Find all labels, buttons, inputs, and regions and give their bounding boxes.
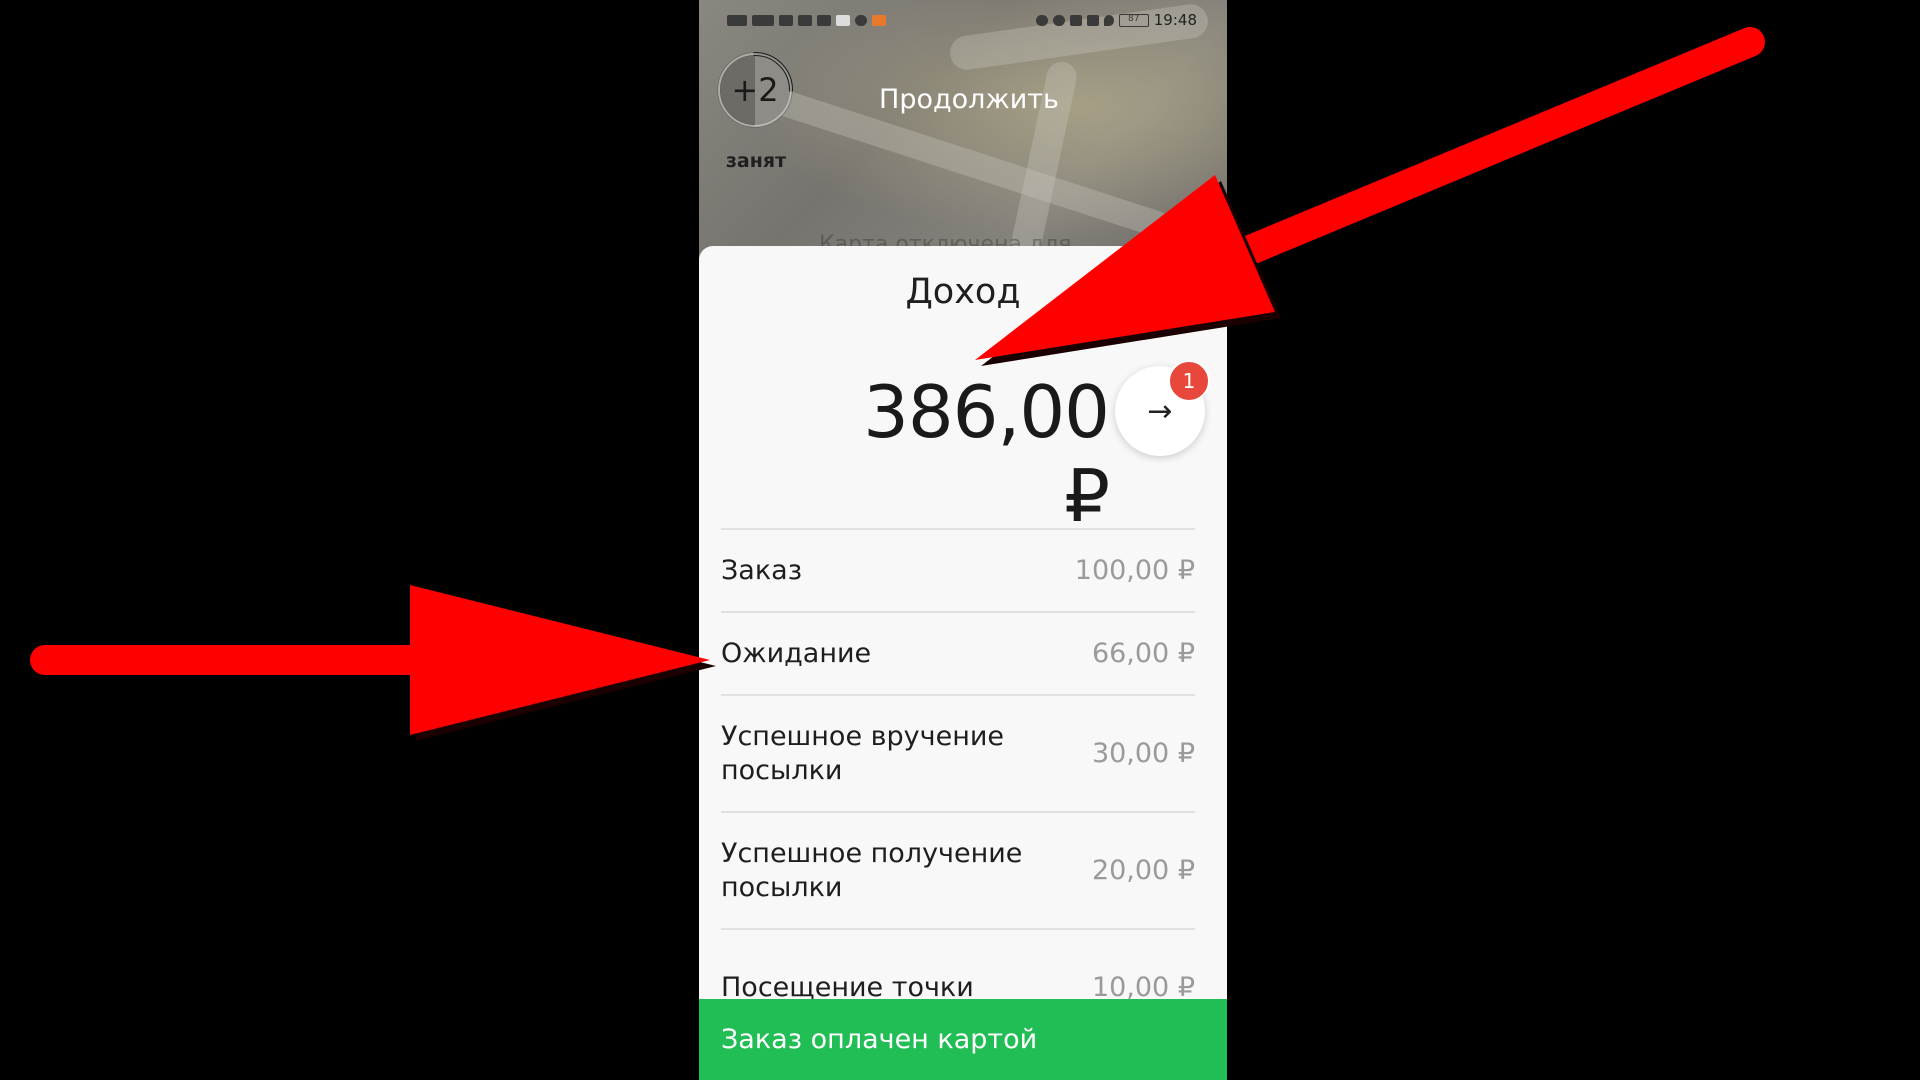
- video-icon: [817, 14, 831, 26]
- row-label: Успешное получение посылки: [721, 837, 1023, 903]
- 4g-icon: [752, 14, 774, 26]
- bluetooth-icon: [1069, 14, 1082, 26]
- busy-label: занят: [725, 150, 787, 172]
- row-label: Заказ: [721, 554, 803, 586]
- arrow-right-icon: →: [1147, 393, 1173, 429]
- notification-badge: 1: [1168, 360, 1210, 402]
- income-row-order[interactable]: Заказ 100,00 ₽: [721, 528, 1195, 611]
- row-value: 20,00 ₽: [1091, 855, 1195, 886]
- vibrate-icon: [1086, 14, 1099, 26]
- network-icon: [727, 14, 747, 26]
- income-row-parcel-delivery[interactable]: Успешное вручение посылки 30,00 ₽: [721, 694, 1195, 811]
- status-bar-right: 87 19:48: [1035, 11, 1197, 29]
- busy-status-widget[interactable]: +2 занят: [711, 50, 801, 180]
- status-bar-left: [727, 14, 886, 26]
- income-sheet: Доход 386,00 ₽ → 1 Заказ 100,00 ₽ Ожидан…: [699, 246, 1227, 1080]
- gallery-icon: [836, 14, 850, 26]
- location-icon: [1103, 14, 1114, 26]
- red-arrow-left: [30, 585, 716, 741]
- payment-status-label: Заказ оплачен картой: [721, 1024, 1038, 1055]
- row-label: Ожидание: [721, 637, 872, 669]
- app-icon: [872, 14, 886, 26]
- status-bar: 87 19:48: [699, 0, 1227, 40]
- income-breakdown-list: Заказ 100,00 ₽ Ожидание 66,00 ₽ Успешное…: [721, 528, 1195, 1045]
- income-row-parcel-pickup[interactable]: Успешное получение посылки 20,00 ₽: [721, 811, 1195, 928]
- battery-icon: 87: [1118, 13, 1149, 27]
- signal-icon: [779, 14, 793, 26]
- income-row-waiting[interactable]: Ожидание 66,00 ₽: [721, 611, 1195, 694]
- headphones-icon: [1035, 14, 1048, 26]
- video-frame: 87 19:48 +2 занят Продолжить Карта отклю…: [0, 0, 1920, 1080]
- status-time: 19:48: [1153, 11, 1197, 29]
- income-title: Доход: [905, 272, 1021, 312]
- row-value: 66,00 ₽: [1091, 638, 1195, 669]
- busy-count: +2: [731, 71, 779, 109]
- alarm-icon: [1052, 14, 1065, 26]
- row-value: 100,00 ₽: [1074, 555, 1195, 586]
- row-label: Успешное вручение посылки: [721, 720, 1005, 786]
- payment-status-bar[interactable]: Заказ оплачен картой: [699, 999, 1227, 1080]
- income-total: 386,00 ₽: [863, 370, 1110, 538]
- info-icon: [855, 14, 867, 26]
- youtube-icon: [798, 14, 812, 26]
- row-value: 30,00 ₽: [1091, 738, 1195, 769]
- phone-screen: 87 19:48 +2 занят Продолжить Карта отклю…: [699, 0, 1227, 1080]
- continue-button[interactable]: Продолжить: [839, 84, 1099, 115]
